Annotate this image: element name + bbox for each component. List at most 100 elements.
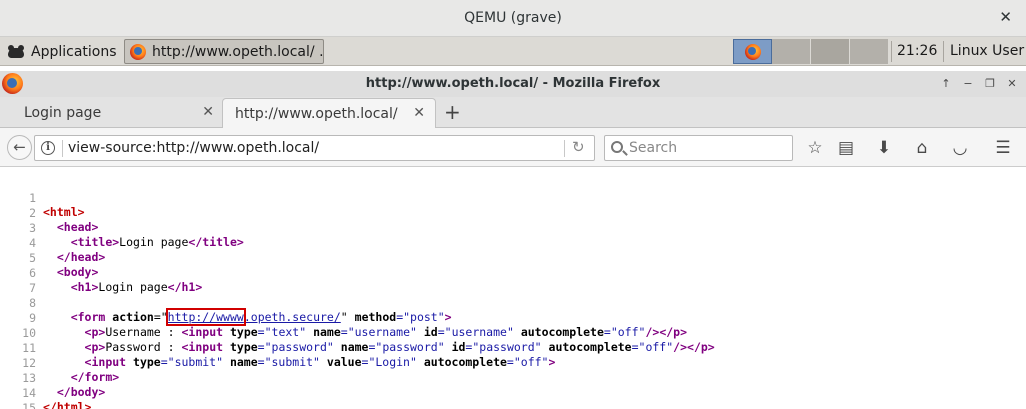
firefox-icon — [130, 43, 146, 60]
source-tag: <html> — [43, 205, 85, 219]
source-tag: <head> — [56, 220, 99, 234]
source-text: Login page — [98, 280, 168, 294]
pocket-icon[interactable]: ◡ — [949, 137, 971, 159]
navigation-toolbar: ← i view-source:http://www.opeth.local/ … — [0, 128, 1026, 167]
source-value: ="username" — [340, 325, 417, 339]
line-number: 15 — [22, 401, 36, 409]
source-line: 5 <body> — [0, 237, 98, 279]
form-action-link[interactable]: .opeth.secure/ — [244, 310, 341, 324]
source-line: 11 <input type="submit" name="submit" va… — [0, 327, 555, 369]
source-tag: </title> — [188, 235, 244, 249]
search-icon — [611, 141, 623, 153]
search-input[interactable]: Search — [629, 140, 677, 156]
source-line: 7 — [0, 267, 36, 295]
xfce-mouse-icon — [6, 44, 26, 60]
workspace-3[interactable] — [811, 39, 850, 64]
source-tag: </head> — [56, 250, 106, 264]
source-tag: > — [548, 355, 556, 369]
view-source-content: 1 <html> 2 <head> 3 <title>Login page</t… — [0, 168, 1026, 409]
back-button[interactable]: ← — [7, 135, 32, 160]
applications-menu-button[interactable]: Applications — [2, 39, 118, 64]
panel-separator — [891, 41, 892, 62]
source-text: Login page — [119, 235, 189, 249]
source-tag: <p> — [84, 340, 106, 354]
tab-view-source[interactable]: http://www.opeth.local/ ✕ — [222, 98, 436, 128]
source-tag: <form — [70, 310, 106, 324]
source-value: ="password" — [465, 340, 542, 354]
search-bar[interactable]: Search — [604, 135, 793, 161]
source-value: ="submit" — [160, 355, 224, 369]
close-window-icon[interactable]: ✕ — [1002, 75, 1022, 92]
workspace-1[interactable] — [733, 39, 772, 64]
reload-icon[interactable]: ↻ — [572, 138, 585, 156]
shade-icon[interactable]: ↑ — [936, 75, 956, 92]
reading-list-icon[interactable]: ▤ — [835, 137, 857, 159]
source-tag: </html> — [43, 400, 92, 409]
source-line: 6 <h1>Login page</h1> — [0, 252, 202, 294]
minimize-icon[interactable]: − — [958, 75, 978, 92]
download-icon[interactable]: ⬇ — [873, 137, 895, 159]
firefox-icon — [744, 43, 761, 60]
home-icon[interactable]: ⌂ — [911, 137, 933, 159]
workspace-4[interactable] — [850, 39, 889, 64]
menu-icon[interactable]: ☰ — [992, 137, 1014, 159]
source-value: ="text" — [257, 325, 307, 339]
source-line: 14 </html> — [0, 372, 91, 409]
workspace-switcher — [733, 39, 889, 64]
source-attr: autocomplete — [416, 355, 507, 369]
source-text: Username : — [105, 325, 182, 339]
source-value: ="off" — [506, 355, 549, 369]
source-tag: </h1> — [167, 280, 203, 294]
source-tag: > — [444, 310, 452, 324]
source-attr: name — [333, 340, 369, 354]
source-punct: " — [340, 310, 355, 324]
taskbar-window-label: http://www.opeth.local/ ... — [152, 43, 324, 60]
bookmark-star-icon[interactable]: ☆ — [804, 137, 826, 159]
source-attr: name — [223, 355, 258, 369]
source-tag: <title> — [70, 235, 120, 249]
source-line: 4 </head> — [0, 222, 105, 264]
source-tag: </body> — [56, 385, 106, 399]
qemu-close-icon[interactable]: ✕ — [999, 8, 1012, 26]
maximize-icon[interactable]: ❐ — [980, 75, 1000, 92]
workspace-2[interactable] — [772, 39, 811, 64]
tab-label: Login page — [24, 105, 102, 121]
taskbar-firefox-window-button[interactable]: http://www.opeth.local/ ... — [124, 39, 324, 64]
source-attr: value — [319, 355, 362, 369]
source-tag: <input — [181, 325, 224, 339]
source-line: 3 <title>Login page</title> — [0, 207, 244, 249]
url-input[interactable]: view-source:http://www.opeth.local/ — [68, 140, 319, 156]
source-tag: <body> — [56, 265, 99, 279]
source-attr: type — [223, 325, 258, 339]
tab-label: http://www.opeth.local/ — [235, 105, 398, 122]
source-attr: autocomplete — [513, 325, 604, 339]
form-action-link-highlighted[interactable]: http://wwww — [165, 308, 246, 326]
source-tag: </p> — [687, 340, 715, 354]
source-value: ="post" — [396, 310, 445, 324]
url-bar[interactable]: i view-source:http://www.opeth.local/ ↻ — [34, 135, 595, 161]
site-info-icon[interactable]: i — [41, 141, 55, 155]
source-value: ="password" — [368, 340, 445, 354]
source-line: 13 </body> — [0, 357, 105, 399]
url-divider — [564, 140, 565, 157]
panel-clock[interactable]: 21:26 — [897, 43, 937, 59]
source-line: 10 <p>Password : <input type="password" … — [0, 312, 715, 354]
source-line: 2 <head> — [0, 192, 98, 234]
close-tab-icon[interactable]: ✕ — [413, 105, 425, 121]
source-tag: <h1> — [70, 280, 99, 294]
panel-user-menu[interactable]: Linux User — [950, 43, 1024, 59]
close-tab-icon[interactable]: ✕ — [202, 104, 214, 120]
new-tab-icon[interactable]: + — [444, 100, 461, 124]
source-attr: id — [444, 340, 466, 354]
source-value: ="password" — [257, 340, 334, 354]
source-line: 1 <html> — [0, 177, 84, 219]
applications-label: Applications — [31, 43, 117, 60]
source-line: 12 </form> — [0, 342, 119, 384]
source-tag: </p> — [659, 325, 688, 339]
source-line: 8 <form action="http://wwww.opeth.secure… — [0, 282, 452, 326]
source-line: 15 — [0, 387, 36, 409]
source-value: ="off" — [631, 340, 674, 354]
panel-separator — [943, 41, 944, 62]
qemu-title-bar: QEMU (grave) ✕ — [0, 0, 1026, 37]
tab-login-page[interactable]: Login page ✕ — [12, 98, 224, 128]
